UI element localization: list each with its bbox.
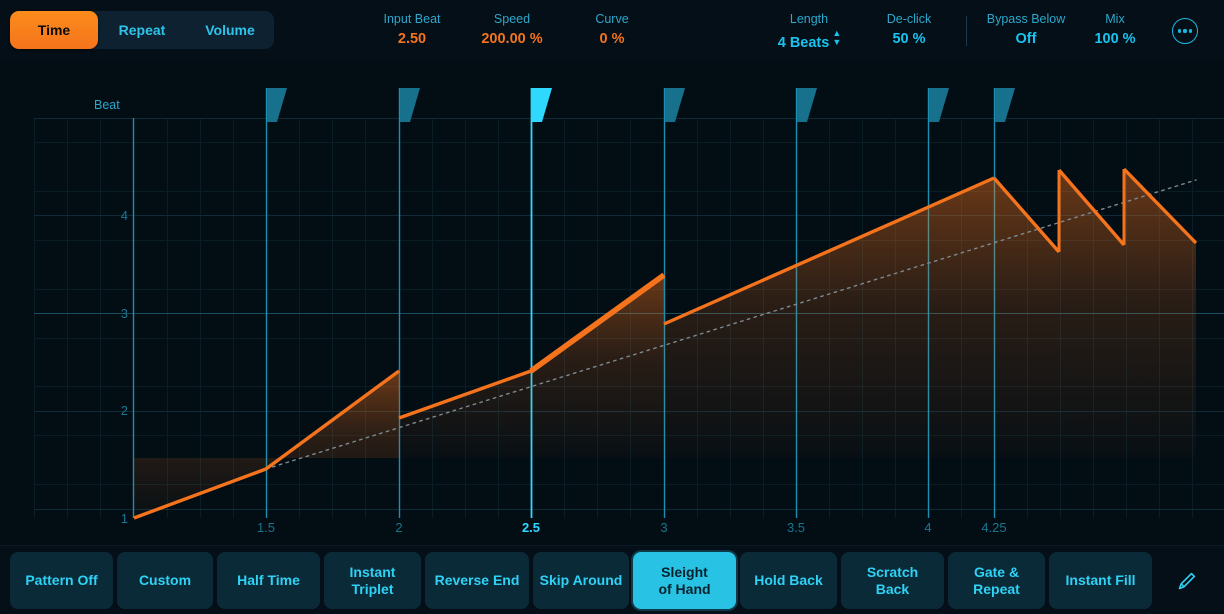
y-tick-2: 2 bbox=[120, 403, 128, 418]
preset-reverse-end[interactable]: Reverse End bbox=[425, 552, 529, 609]
mode-switch[interactable]: Time Repeat Volume bbox=[10, 11, 274, 49]
param-speed-label: Speed bbox=[493, 12, 531, 26]
ellipsis-dot bbox=[1189, 29, 1193, 33]
x-tick-2-5: 2.5 bbox=[521, 520, 541, 535]
tab-volume[interactable]: Volume bbox=[186, 11, 274, 49]
header-divider bbox=[966, 16, 967, 46]
stepper-arrows-icon[interactable]: ▲ ▼ bbox=[832, 29, 841, 47]
param-mix-value[interactable]: 100 % bbox=[1086, 29, 1144, 49]
y-tick-3: 3 bbox=[120, 306, 128, 321]
tab-repeat[interactable]: Repeat bbox=[98, 11, 186, 49]
axis-title-beat: Beat bbox=[94, 98, 120, 112]
param-bypass-below-value[interactable]: Off bbox=[975, 29, 1077, 49]
x-tick-2: 2 bbox=[395, 520, 403, 535]
param-de-click-label: De-click bbox=[886, 12, 932, 26]
param-length-value[interactable]: 4 Beats ▲ ▼ bbox=[766, 29, 852, 53]
param-curve-label: Curve bbox=[595, 12, 629, 26]
y-tick-4: 4 bbox=[120, 208, 128, 223]
param-curve-value[interactable]: 0 % bbox=[578, 29, 646, 49]
preset-custom[interactable]: Custom bbox=[117, 552, 213, 609]
param-speed-value[interactable]: 200.00 % bbox=[462, 29, 562, 49]
time-machine-plugin-window: Time Repeat Volume Input Beat 2.50 Speed… bbox=[0, 0, 1224, 614]
param-length-label: Length bbox=[789, 12, 829, 26]
param-bypass-below: Bypass Below Off bbox=[975, 11, 1077, 49]
param-length-text: 4 Beats bbox=[777, 35, 830, 51]
y-tick-1: 1 bbox=[120, 511, 128, 526]
x-tick-4-25: 4.25 bbox=[981, 520, 1007, 535]
preset-gate-repeat[interactable]: Gate & Repeat bbox=[948, 552, 1045, 609]
tab-time[interactable]: Time bbox=[10, 11, 98, 49]
param-mix: Mix 100 % bbox=[1086, 11, 1144, 49]
param-input-beat-label: Input Beat bbox=[383, 12, 441, 26]
preset-pattern-off[interactable]: Pattern Off bbox=[10, 552, 113, 609]
param-bypass-below-label: Bypass Below bbox=[986, 12, 1066, 26]
x-tick-3: 3 bbox=[660, 520, 668, 535]
preset-instant-fill[interactable]: Instant Fill bbox=[1049, 552, 1152, 609]
time-map-graph[interactable]: Beat 4 3 2 1 bbox=[0, 60, 1224, 545]
header-toolbar: Time Repeat Volume Input Beat 2.50 Speed… bbox=[0, 0, 1224, 60]
preset-hold-back[interactable]: Hold Back bbox=[740, 552, 837, 609]
param-length: Length 4 Beats ▲ ▼ bbox=[766, 11, 852, 53]
ellipsis-dot bbox=[1183, 29, 1187, 33]
preset-bar: Pattern Off Custom Half Time Instant Tri… bbox=[0, 545, 1224, 614]
param-mix-label: Mix bbox=[1105, 12, 1125, 26]
preset-half-time[interactable]: Half Time bbox=[217, 552, 320, 609]
pencil-glyph bbox=[1178, 572, 1196, 589]
time-map-canvas[interactable] bbox=[0, 60, 1224, 545]
x-tick-3-5: 3.5 bbox=[786, 520, 806, 535]
x-tick-1-5: 1.5 bbox=[256, 520, 276, 535]
pencil-icon[interactable] bbox=[1158, 552, 1216, 609]
ellipsis-icon[interactable] bbox=[1172, 18, 1198, 44]
preset-skip-around[interactable]: Skip Around bbox=[533, 552, 629, 609]
param-input-beat-value[interactable]: 2.50 bbox=[374, 29, 450, 49]
param-input-beat: Input Beat 2.50 bbox=[374, 11, 450, 49]
param-de-click-value[interactable]: 50 % bbox=[872, 29, 946, 49]
preset-scratch-back[interactable]: Scratch Back bbox=[841, 552, 944, 609]
param-speed: Speed 200.00 % bbox=[462, 11, 562, 49]
param-de-click: De-click 50 % bbox=[872, 11, 946, 49]
param-curve: Curve 0 % bbox=[578, 11, 646, 49]
preset-instant-triplet[interactable]: Instant Triplet bbox=[324, 552, 421, 609]
ellipsis-dot bbox=[1177, 29, 1181, 33]
x-tick-4: 4 bbox=[924, 520, 932, 535]
preset-sleight-of-hand[interactable]: Sleight of Hand bbox=[633, 552, 736, 609]
